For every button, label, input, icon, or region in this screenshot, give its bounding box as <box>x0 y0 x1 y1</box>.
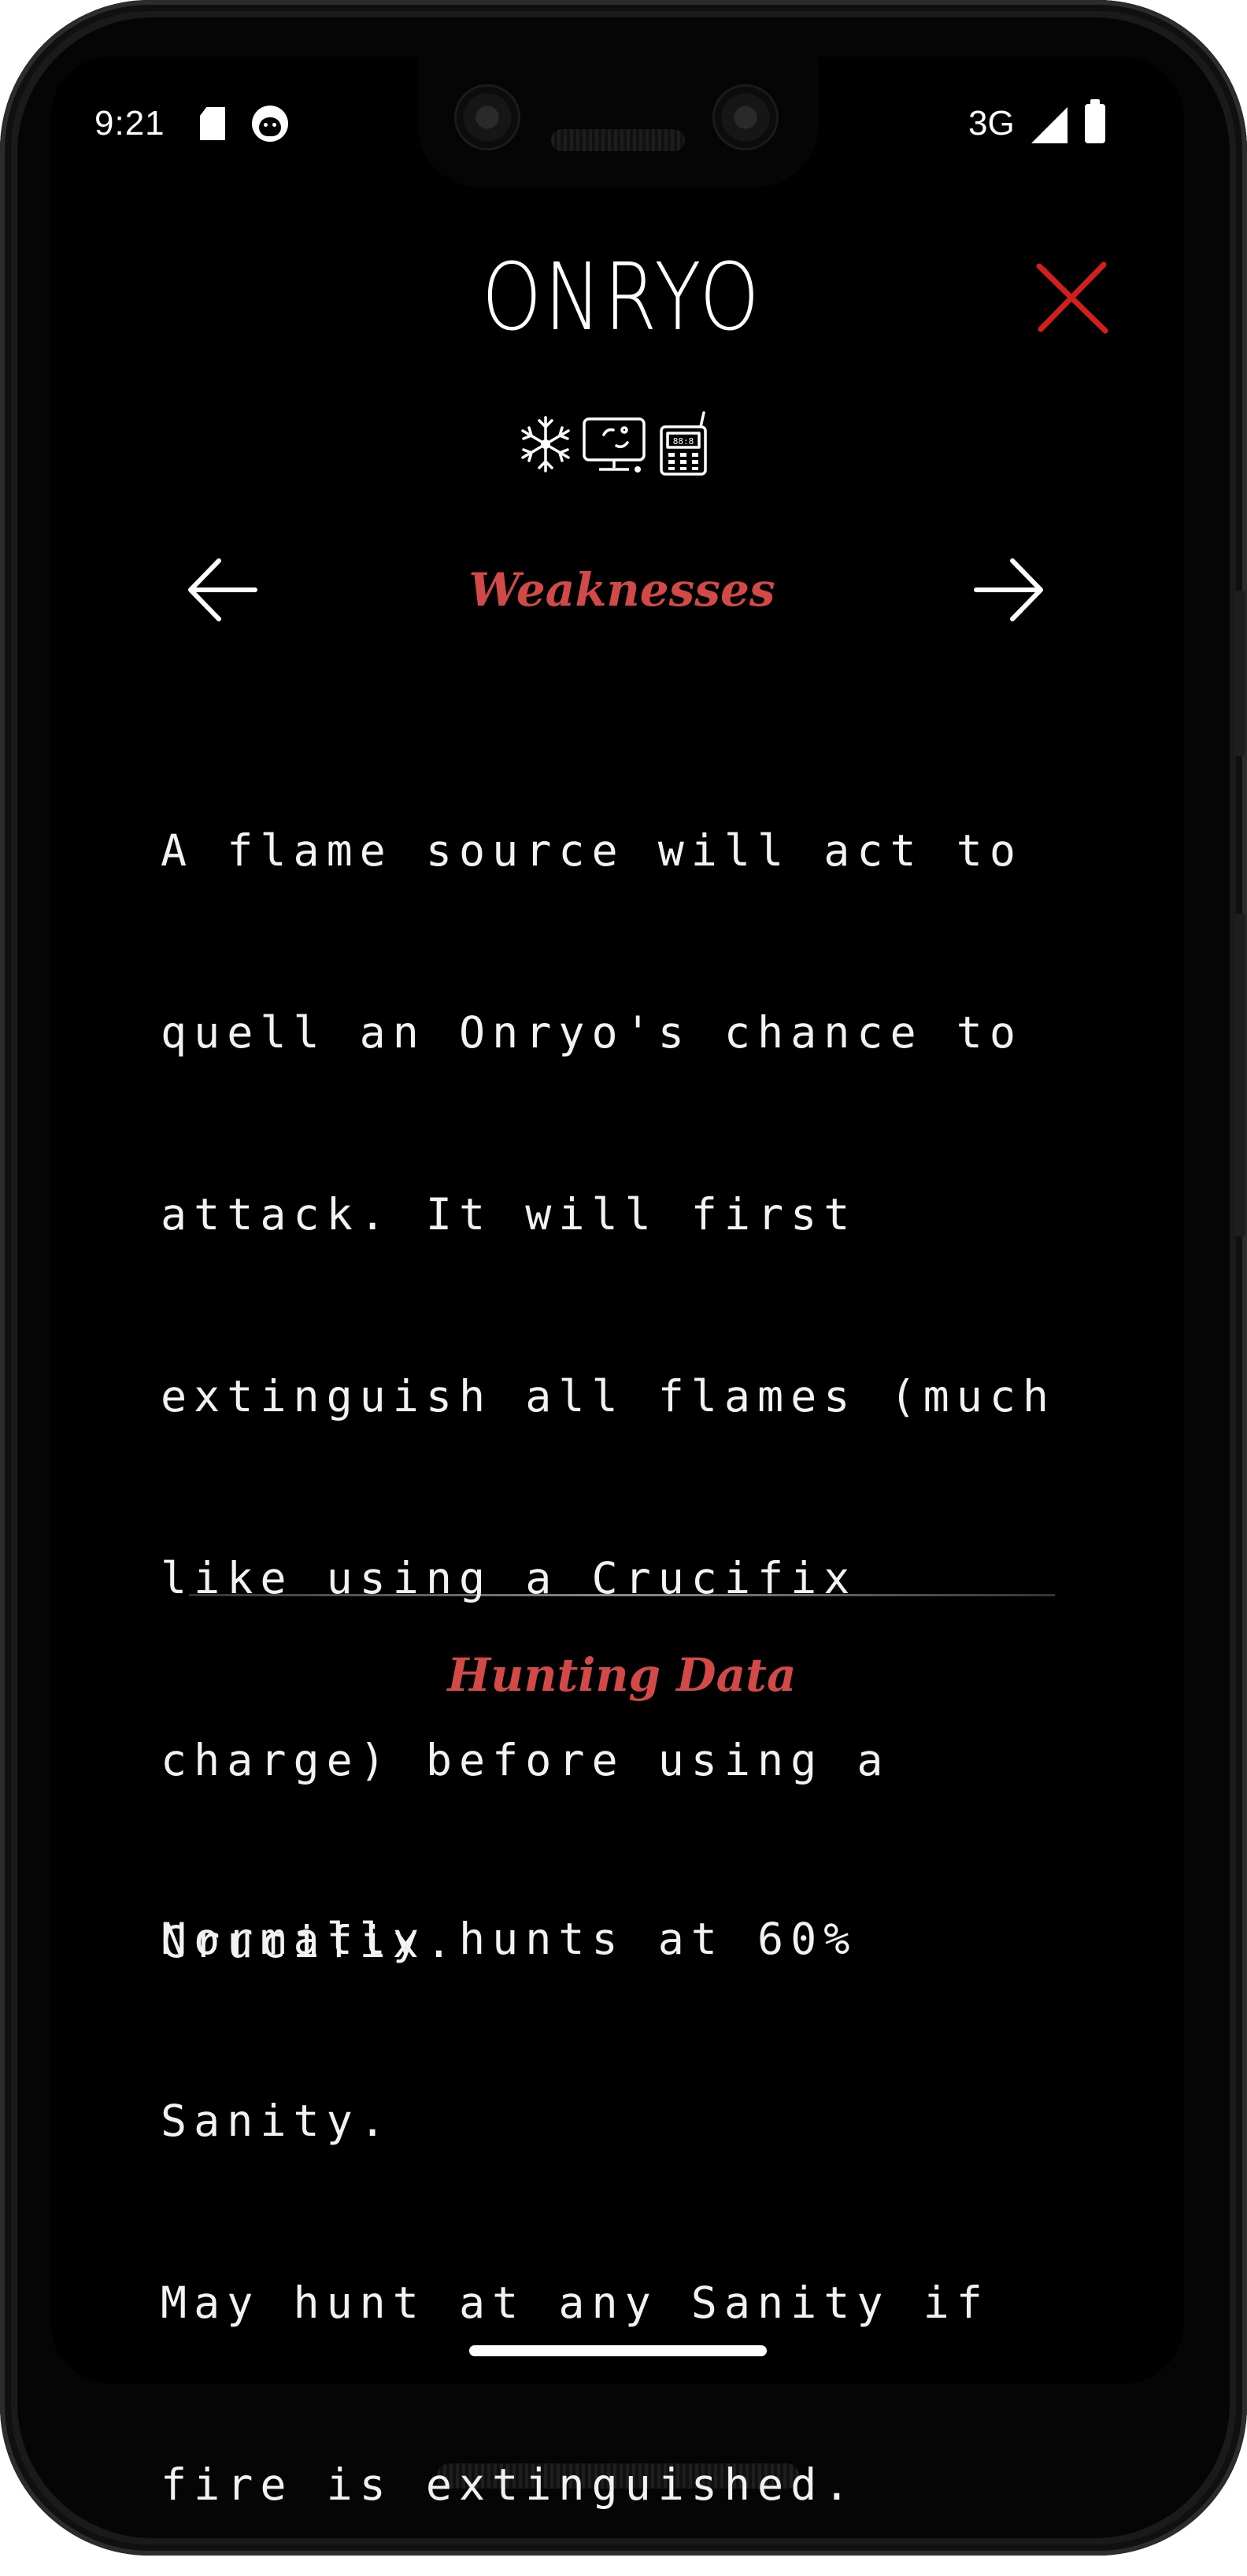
arrow-left-icon[interactable] <box>183 554 261 625</box>
battery-icon <box>1085 99 1105 143</box>
spirit-box-icon: 88:8 <box>660 411 707 476</box>
weaknesses-line: quell an Onryo's chance to <box>161 1007 1023 1058</box>
status-bar: 9:21 3G <box>50 95 1184 158</box>
status-time: 9:21 <box>94 104 165 143</box>
weaknesses-line: charge) before using a <box>161 1735 890 1785</box>
ghost-name-title: ONRYO <box>482 243 762 351</box>
evidence-icons: 88:8 <box>517 411 714 477</box>
hunting-data-title: Hunting Data <box>447 1648 797 1702</box>
arrow-right-icon[interactable] <box>970 554 1049 625</box>
ghost-orbs-icon <box>583 417 646 473</box>
hunting-line: May hunt at any Sanity if <box>161 2278 990 2328</box>
face-icon <box>252 106 288 142</box>
weaknesses-line: extinguish all flames (much <box>161 1371 1056 1421</box>
volume-button <box>1234 914 1245 1236</box>
close-icon[interactable] <box>1033 258 1112 337</box>
weaknesses-line: like using a Crucifix <box>161 1553 857 1603</box>
weaknesses-line: attack. It will first <box>161 1189 857 1240</box>
power-button <box>1234 591 1245 756</box>
hunting-line: fire is extinguished. <box>161 2459 857 2510</box>
home-indicator[interactable] <box>469 2345 767 2356</box>
hunting-line: Sanity. <box>161 2096 393 2146</box>
weaknesses-line: A flame source will act to <box>161 825 1023 876</box>
signal-icon <box>1031 107 1068 143</box>
network-type: 3G <box>968 104 1015 143</box>
svg-text:88:8: 88:8 <box>673 436 694 447</box>
hunting-data-text: Normally hunts at 60% Sanity. May hunt a… <box>161 1788 1105 2576</box>
freezing-temperatures-icon <box>521 416 570 473</box>
sd-card-icon <box>200 107 225 140</box>
hunting-line: Normally hunts at 60% <box>161 1914 857 1964</box>
weaknesses-title: Weaknesses <box>468 563 775 617</box>
